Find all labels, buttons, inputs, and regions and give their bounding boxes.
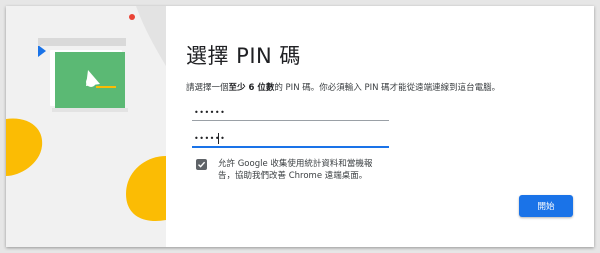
- usage-stats-checkbox[interactable]: [196, 159, 207, 170]
- description-emphasis: 至少 6 位數: [228, 83, 275, 93]
- checkmark-icon: [198, 161, 206, 168]
- description-suffix: 的 PIN 碼。你必須輸入 PIN 碼才能從遠端連線到這台電腦。: [274, 83, 501, 93]
- usage-stats-label-line1: 允許 Google 收集使用統計資料和當機報: [218, 159, 373, 169]
- pin-input[interactable]: [192, 104, 389, 121]
- usage-stats-label-line2: 告，協助我們改善 Chrome 遠端桌面。: [218, 171, 368, 181]
- dialog-title: 選擇 PIN 碼: [186, 44, 301, 68]
- confirm-pin-input[interactable]: [192, 130, 389, 148]
- text-cursor: [218, 133, 219, 144]
- remote-desktop-illustration-icon: [6, 6, 166, 221]
- usage-stats-label: 允許 Google 收集使用統計資料和當機報 告，協助我們改善 Chrome 遠…: [218, 158, 372, 182]
- illustration-panel: [6, 6, 166, 247]
- pin-dialog: 選擇 PIN 碼 請選擇一個至少 6 位數的 PIN 碼。你必須輸入 PIN 碼…: [6, 6, 594, 247]
- content-panel: 選擇 PIN 碼 請選擇一個至少 6 位數的 PIN 碼。你必須輸入 PIN 碼…: [182, 6, 594, 247]
- pin-description: 請選擇一個至少 6 位數的 PIN 碼。你必須輸入 PIN 碼才能從遠端連線到這…: [186, 81, 500, 93]
- start-button[interactable]: 開始: [519, 195, 573, 217]
- description-prefix: 請選擇一個: [186, 83, 229, 93]
